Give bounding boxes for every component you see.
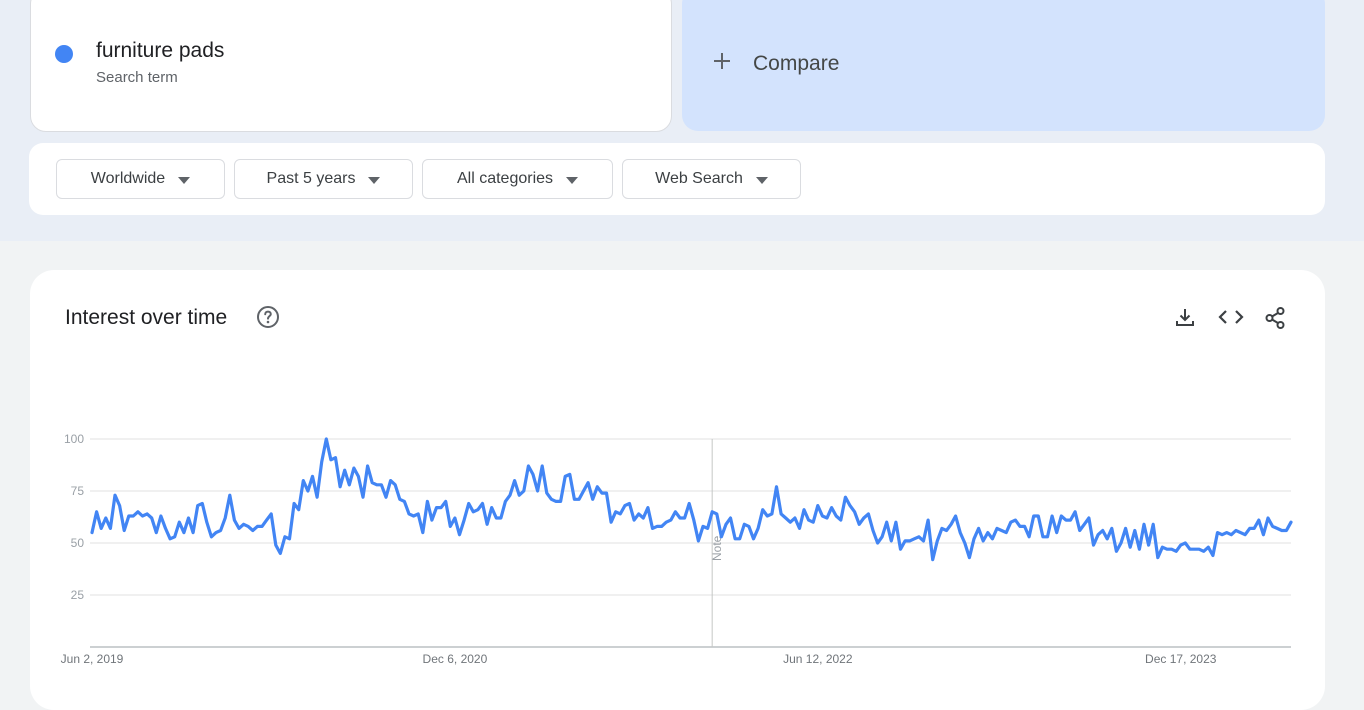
x-tick-label: Jun 12, 2022: [783, 652, 853, 666]
y-tick-label: 25: [71, 588, 85, 602]
y-tick-label: 100: [64, 432, 84, 446]
x-tick-label: Dec 6, 2020: [423, 652, 488, 666]
filter-category-dropdown[interactable]: All categories: [422, 159, 613, 199]
y-tick-label: 75: [71, 484, 85, 498]
compare-label: Compare: [753, 52, 840, 75]
search-term-name[interactable]: furniture pads: [96, 39, 224, 63]
y-tick-label: 50: [71, 536, 85, 550]
caret-down-icon: [566, 176, 579, 184]
x-tick-label: Dec 17, 2023: [1145, 652, 1217, 666]
filter-time-label: Past 5 years: [266, 170, 356, 187]
filter-category-label: All categories: [456, 170, 554, 187]
filter-search-type-label: Web Search: [655, 170, 743, 187]
filter-time-dropdown[interactable]: Past 5 years: [234, 159, 413, 199]
series-color-dot: [55, 45, 73, 63]
filter-region-dropdown[interactable]: Worldwide: [56, 159, 225, 199]
interest-over-time-card: Interest over time 25 50 75 100 Note Jun 2, 2…: [30, 270, 1325, 710]
compare-button[interactable]: Compare: [682, 0, 1325, 131]
series-line: [90, 437, 1293, 562]
search-term-card[interactable]: furniture pads Search term: [30, 0, 672, 132]
filter-region-label: Worldwide: [90, 170, 166, 187]
caret-down-icon: [755, 176, 768, 184]
caret-down-icon: [368, 176, 381, 184]
search-term-label: Search term: [96, 69, 178, 86]
filter-search-type-dropdown[interactable]: Web Search: [622, 159, 801, 199]
x-tick-label: Jun 2, 2019: [61, 652, 124, 666]
plus-icon: [712, 48, 732, 76]
caret-down-icon: [178, 176, 191, 184]
annotation-label: Note: [710, 535, 724, 561]
filter-bar: Worldwide Past 5 years All categories We…: [29, 143, 1325, 215]
interest-over-time-chart: 25 50 75 100 Note Jun 2, 2019 Dec 6, 2020 Jun 1…: [61, 432, 1293, 666]
search-header: furniture pads Search term Compare World…: [0, 0, 1364, 241]
